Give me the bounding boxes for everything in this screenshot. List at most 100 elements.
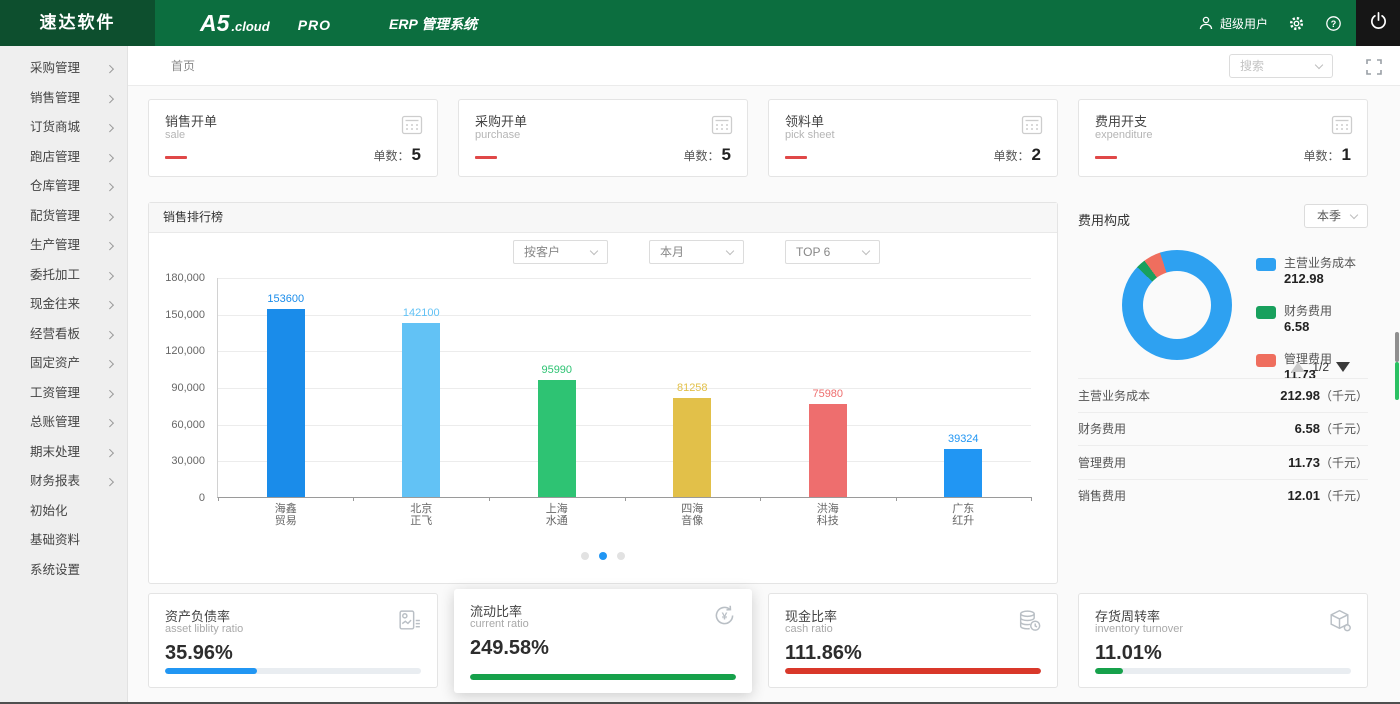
- sidebar-item-0[interactable]: 采购管理: [0, 54, 127, 84]
- chevron-down-icon: [590, 247, 598, 255]
- sidebar-item-6[interactable]: 生产管理: [0, 231, 127, 261]
- logout-button[interactable]: [1356, 0, 1400, 46]
- red-dash: [165, 156, 187, 159]
- fee-list: 主营业务成本212.98（千元）财务费用6.58（千元）管理费用11.73（千元…: [1078, 378, 1368, 512]
- user-menu[interactable]: 超级用户: [1198, 15, 1268, 32]
- carousel-dot-1[interactable]: [599, 552, 607, 560]
- red-dash: [785, 156, 807, 159]
- sidebar-item-label: 生产管理: [30, 238, 80, 252]
- stat-card-pick-sheet[interactable]: 领料单 pick sheet 单数：2: [768, 99, 1058, 177]
- y-tick-label: 120,000: [165, 345, 205, 357]
- y-tick-label: 90,000: [171, 382, 205, 394]
- y-tick-label: 0: [199, 492, 205, 504]
- count-label: 单数：: [374, 149, 410, 163]
- sidebar-item-11[interactable]: 工资管理: [0, 379, 127, 409]
- chevron-right-icon: [105, 478, 113, 486]
- chevron-right-icon: [105, 242, 113, 250]
- scrollbar-thumb[interactable]: [1395, 332, 1399, 362]
- bar-group-1: 142100北京正飞: [354, 278, 490, 497]
- sidebar-item-5[interactable]: 配货管理: [0, 202, 127, 232]
- fee-donut-chart: [1122, 250, 1232, 360]
- sidebar-item-label: 基础资料: [30, 533, 80, 547]
- sidebar-item-2[interactable]: 订货商城: [0, 113, 127, 143]
- x-axis-tick: [489, 497, 490, 501]
- search-input[interactable]: 搜索: [1229, 54, 1333, 78]
- fee-row-3: 销售费用12.01（千元）: [1078, 479, 1368, 513]
- legend-swatch: [1256, 306, 1276, 319]
- x-axis-tick: [625, 497, 626, 501]
- y-axis-labels: 180,000150,000120,00090,00060,00030,0000: [151, 278, 211, 498]
- sidebar-item-4[interactable]: 仓库管理: [0, 172, 127, 202]
- chevron-right-icon: [105, 301, 113, 309]
- chevron-right-icon: [105, 448, 113, 456]
- y-tick-label: 60,000: [171, 419, 205, 431]
- kpi-subtitle: asset liblity ratio: [165, 623, 243, 635]
- fullscreen-icon[interactable]: [1366, 59, 1382, 75]
- sidebar-item-8[interactable]: 现金往来: [0, 290, 127, 320]
- power-icon: [1369, 11, 1388, 35]
- sidebar-item-14[interactable]: 财务报表: [0, 467, 127, 497]
- carousel-dot-0[interactable]: [581, 552, 589, 560]
- filter-by-customer[interactable]: 按客户: [513, 240, 608, 264]
- sidebar-item-16[interactable]: 基础资料: [0, 526, 127, 556]
- sidebar-item-7[interactable]: 委托加工: [0, 261, 127, 291]
- chevron-right-icon: [105, 419, 113, 427]
- brand: A5 .cloud PRO ERP 管理系统: [200, 0, 477, 46]
- bar-2: [538, 380, 576, 497]
- sidebar-item-12[interactable]: 总账管理: [0, 408, 127, 438]
- chevron-right-icon: [105, 271, 113, 279]
- panel-title: 销售排行榜: [149, 203, 1057, 233]
- kpi-card-inventory-turnover[interactable]: 存货周转率 inventory turnover 11.01%: [1078, 593, 1368, 688]
- chevron-right-icon: [105, 65, 113, 73]
- chevron-right-icon: [105, 153, 113, 161]
- help-icon[interactable]: ?: [1325, 15, 1342, 32]
- filter-top-n[interactable]: TOP 6: [785, 240, 880, 264]
- kpi-progress-fill: [785, 668, 1041, 674]
- sidebar-item-9[interactable]: 经营看板: [0, 320, 127, 350]
- stat-card-purchase[interactable]: 采购开单 purchase 单数：5: [458, 99, 748, 177]
- kpi-progress-fill: [165, 668, 257, 674]
- page-up-icon[interactable]: [1291, 362, 1305, 372]
- stat-card-expenditure[interactable]: 费用开支 expenditure 单数：1: [1078, 99, 1368, 177]
- sidebar-item-label: 订货商城: [30, 120, 80, 134]
- carousel-dot-2[interactable]: [617, 552, 625, 560]
- x-axis-tick: [1031, 497, 1032, 501]
- bar-value-3: 81258: [677, 382, 708, 394]
- sidebar-item-label: 固定资产: [30, 356, 80, 370]
- page-down-icon[interactable]: [1336, 362, 1350, 372]
- chevron-down-icon: [862, 247, 870, 255]
- filter-period[interactable]: 本月: [649, 240, 744, 264]
- calculator-icon: [399, 112, 425, 143]
- kpi-card-asset-liability[interactable]: 资产负债率 asset liblity ratio 35.96%: [148, 593, 438, 688]
- brand-cloud: .cloud: [231, 19, 269, 34]
- fee-period-select[interactable]: 本季: [1304, 204, 1368, 228]
- gear-icon[interactable]: [1288, 15, 1305, 32]
- breadcrumb[interactable]: 首页: [171, 46, 195, 86]
- chevron-down-icon: [1315, 61, 1323, 69]
- sidebar-item-17[interactable]: 系统设置: [0, 556, 127, 586]
- erp-dashboard: 速达软件 A5 .cloud PRO ERP 管理系统 超级用户: [0, 0, 1400, 704]
- fee-composition-panel: 费用构成 本季 主营业务成本212.98财务费用6.58管理费用11.73 1/…: [1078, 202, 1368, 584]
- chevron-right-icon: [105, 94, 113, 102]
- kpi-value: 11.01%: [1095, 642, 1162, 665]
- sidebar-item-10[interactable]: 固定资产: [0, 349, 127, 379]
- stat-card-subtitle: pick sheet: [785, 129, 835, 141]
- filter-label: 本月: [660, 245, 684, 259]
- sidebar-item-15[interactable]: 初始化: [0, 497, 127, 527]
- sidebar-item-1[interactable]: 销售管理: [0, 84, 127, 114]
- stat-card-sale[interactable]: 销售开单 sale 单数：5: [148, 99, 438, 177]
- fee-row-0: 主营业务成本212.98（千元）: [1078, 378, 1368, 412]
- scrollbar-thumb-accent[interactable]: [1395, 362, 1399, 400]
- stat-card-title: 费用开支: [1095, 111, 1147, 130]
- sidebar-item-label: 经营看板: [30, 327, 80, 341]
- bar-value-4: 75980: [812, 388, 843, 400]
- chevron-right-icon: [105, 183, 113, 191]
- chevron-right-icon: [105, 330, 113, 338]
- legend-value: 212.98: [1284, 270, 1356, 287]
- sidebar-item-13[interactable]: 期末处理: [0, 438, 127, 468]
- bar-group-4: 75980洪海科技: [760, 278, 896, 497]
- calculator-icon: [709, 112, 735, 143]
- sidebar-item-3[interactable]: 跑店管理: [0, 143, 127, 173]
- kpi-card-current-ratio[interactable]: 流动比率 current ratio ¥ 249.58%: [454, 589, 752, 693]
- kpi-card-cash-ratio[interactable]: 现金比率 cash ratio 111.86%: [768, 593, 1058, 688]
